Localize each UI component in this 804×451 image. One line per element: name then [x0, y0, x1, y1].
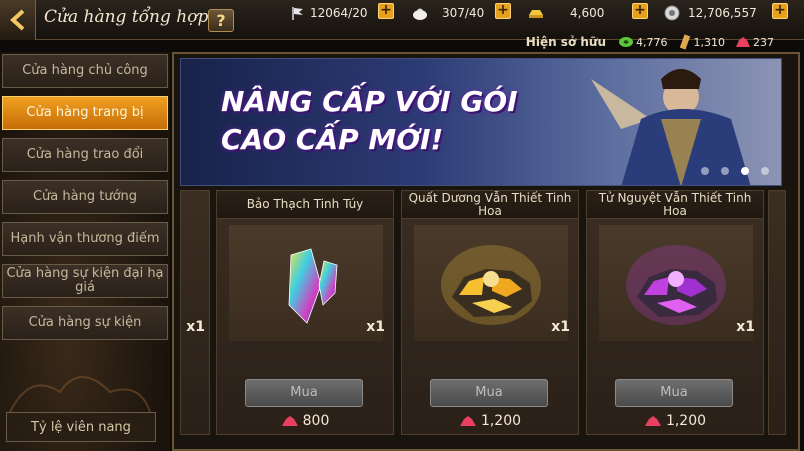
gold-ingot-icon: [529, 9, 543, 18]
red-gem-icon: [459, 416, 476, 426]
item-price: 800: [217, 413, 393, 429]
back-button[interactable]: [0, 0, 36, 40]
sidebar-item-lord-shop[interactable]: Cửa hàng chủ công: [2, 54, 168, 88]
sidebar-item-fortune-shop[interactable]: Hạnh vận thương điếm: [2, 222, 168, 256]
help-button[interactable]: ?: [208, 9, 234, 32]
shop-card-partial: x1: [180, 190, 210, 435]
sidebar-item-equipment-shop[interactable]: Cửa hàng trang bị: [2, 96, 168, 130]
buy-button[interactable]: Mua: [430, 379, 548, 407]
resource-flags: 12064/20: [290, 3, 368, 22]
item-name: Bảo Thạch Tinh Túy: [217, 191, 393, 219]
shop-card: Quất Dương Vẫn Thiết Tinh Hoa x1 Mua 1,2…: [401, 190, 579, 435]
green-jade-icon: [619, 37, 633, 47]
add-buns-button[interactable]: +: [495, 3, 511, 19]
shop-sidebar: Cửa hàng chủ công Cửa hàng trang bị Cửa …: [0, 52, 170, 451]
sidebar-item-event-shop[interactable]: Cửa hàng sự kiện: [2, 306, 168, 340]
scroll-icon: [679, 34, 690, 50]
owned-jade: 4,776: [618, 36, 668, 49]
item-price: 1,200: [587, 413, 763, 429]
gold-ore-icon: [441, 245, 541, 325]
purple-ore-icon: [626, 245, 726, 325]
banner-headline-2: CAO CẤP MỚI!: [221, 123, 444, 156]
crystal-icon: [288, 248, 338, 324]
owned-currencies: Hiện sở hữu 4,776 1,310 237: [526, 33, 778, 51]
item-price: 1,200: [402, 413, 578, 429]
item-slot[interactable]: [599, 225, 753, 341]
buy-button[interactable]: Mua: [615, 379, 733, 407]
banner-dot[interactable]: [701, 167, 709, 175]
banner-headline-1: NÂNG CẤP VỚI GÓI: [221, 85, 518, 118]
add-silver-button[interactable]: +: [772, 3, 788, 19]
banner-pager: [701, 167, 769, 175]
shop-card: Tử Nguyệt Vẫn Thiết Tinh Hoa x1 Mua 1,20…: [586, 190, 764, 435]
item-quantity: x1: [551, 319, 570, 335]
sidebar-item-exchange-shop[interactable]: Cửa hàng trao đổi: [2, 138, 168, 172]
red-gem-icon: [644, 416, 661, 426]
owned-label: Hiện sở hữu: [525, 35, 606, 49]
flag-icon: [292, 6, 303, 20]
red-gem-icon: [281, 416, 298, 426]
owned-scroll: 1,310: [678, 34, 725, 50]
bun-icon: [413, 8, 427, 20]
resource-gold: 4,600: [528, 3, 604, 22]
item-name: Quất Dương Vẫn Thiết Tinh Hoa: [402, 191, 578, 219]
resource-silver: 12,706,557: [664, 3, 757, 22]
back-arrow-icon: [9, 9, 24, 31]
item-quantity: x1: [366, 319, 385, 335]
buy-button[interactable]: Mua: [245, 379, 363, 407]
shop-card-partial-right: [768, 190, 786, 435]
banner-dot[interactable]: [761, 167, 769, 175]
item-slot[interactable]: [414, 225, 568, 341]
page-title: Cửa hàng tổng hợp: [44, 7, 209, 27]
item-quantity: x1: [736, 319, 755, 335]
sidebar-item-general-shop[interactable]: Cửa hàng tướng: [2, 180, 168, 214]
banner-dot-active[interactable]: [741, 167, 749, 175]
promo-banner[interactable]: NÂNG CẤP VỚI GÓI CAO CẤP MỚI!: [180, 58, 782, 186]
add-gold-button[interactable]: +: [632, 3, 648, 19]
item-name: Tử Nguyệt Vẫn Thiết Tinh Hoa: [587, 191, 763, 219]
red-gem-icon: [736, 37, 750, 47]
silver-coin-icon: [664, 5, 680, 20]
shop-card: Bảo Thạch Tinh Túy x1 Mua 800: [216, 190, 394, 435]
owned-gem: 237: [735, 36, 774, 49]
sidebar-item-sale-event-shop[interactable]: Cửa hàng sự kiện đại hạ giá: [2, 264, 168, 298]
resource-buns: 307/40: [412, 3, 484, 22]
banner-dot[interactable]: [721, 167, 729, 175]
capsule-rate-button[interactable]: Tỷ lệ viên nang: [6, 412, 156, 442]
add-flags-button[interactable]: +: [378, 3, 394, 19]
item-slot[interactable]: [229, 225, 383, 341]
